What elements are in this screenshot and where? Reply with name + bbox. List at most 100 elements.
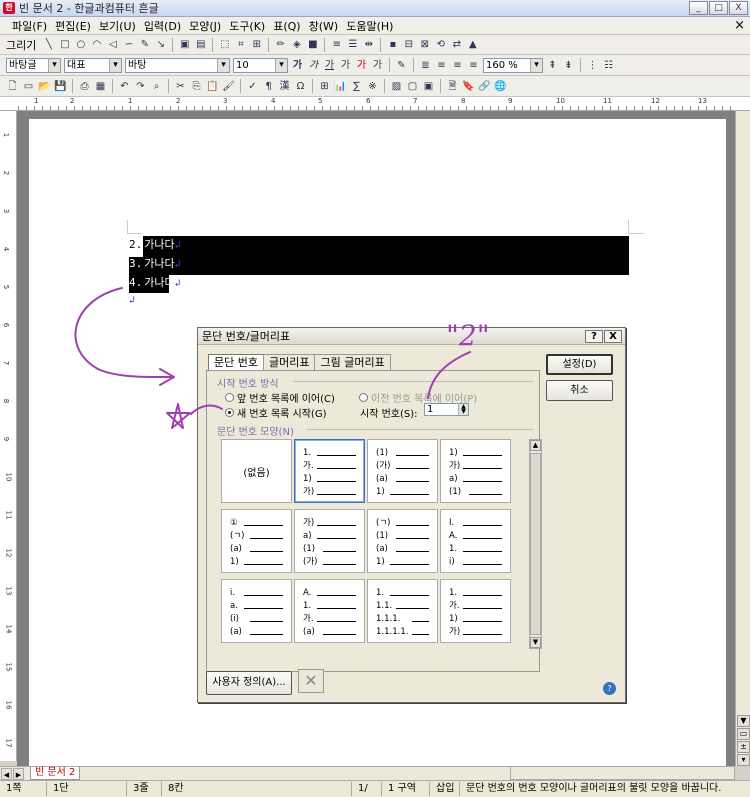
number-shape-option[interactable]: i. a. (i) (a) <box>221 579 292 643</box>
scroll-down-icon[interactable]: ▼ <box>737 715 750 727</box>
line-color-icon[interactable]: ✏ <box>274 38 287 51</box>
line-spacing-down-icon[interactable]: ⇟ <box>562 59 575 72</box>
marker-icon[interactable]: ✎ <box>395 59 408 72</box>
image-icon[interactable]: ▤ <box>194 38 207 51</box>
paragraph-icon[interactable]: ¶ <box>262 80 275 93</box>
tab-bullets[interactable]: 글머리표 <box>262 354 316 370</box>
undo-icon[interactable]: ↶ <box>118 80 131 93</box>
hanja-icon[interactable]: 漢 <box>278 80 291 93</box>
page-view-icon[interactable]: ▭ <box>737 728 750 740</box>
align-center-icon[interactable]: ≡ <box>451 59 464 72</box>
radio-new-list[interactable]: 새 번호 목록 시작(G) <box>225 405 327 420</box>
align-right-icon[interactable]: ≡ <box>467 59 480 72</box>
dialog-help-button[interactable]: ? <box>585 330 603 343</box>
number-shape-option[interactable]: 1. 가. 1) 가) <box>294 439 365 503</box>
style-combo[interactable]: 바탕글 <box>6 57 61 73</box>
fill-color-icon[interactable]: ◈ <box>290 38 303 51</box>
line-spacing-up-icon[interactable]: ⇞ <box>546 59 559 72</box>
horizontal-ruler[interactable]: 1 2 1 2 3 4 5 6 7 8 9 10 11 12 13 <box>0 97 750 111</box>
close-button[interactable]: X <box>729 1 748 15</box>
number-shape-option[interactable]: 1. 1.1. 1.1.1. 1.1.1.1. <box>367 579 438 643</box>
menu-view[interactable]: 보기(U) <box>95 18 140 34</box>
dialog-close-button[interactable]: X <box>604 330 622 343</box>
rotate-icon[interactable]: ⟲ <box>434 38 447 51</box>
open-folder-icon[interactable]: 📂 <box>38 80 51 93</box>
curve-icon[interactable]: ∽ <box>122 38 135 51</box>
document-close-icon[interactable]: × <box>734 17 745 35</box>
bookmark-icon[interactable]: 🔖 <box>462 80 475 93</box>
list-item[interactable]: 3. 가나다↲ <box>129 255 181 273</box>
scroll-down-icon[interactable]: ▼ <box>530 637 541 648</box>
hyperlink-icon[interactable]: 🔗 <box>478 80 491 93</box>
zoom-combo[interactable]: 160 % <box>483 57 543 73</box>
cancel-button[interactable]: 취소 <box>546 380 613 401</box>
underline-icon[interactable]: 가 <box>323 59 336 72</box>
cut-icon[interactable]: ✂ <box>174 80 187 93</box>
document-tab[interactable]: 빈 문서 2 <box>30 767 81 780</box>
pen-icon[interactable]: ✎ <box>138 38 151 51</box>
memo-icon[interactable]: 🗎 <box>446 80 459 93</box>
new-document-icon[interactable]: 🗋 <box>6 80 19 93</box>
bullets-icon[interactable]: ☷ <box>602 59 615 72</box>
radio-continue-previous[interactable]: 앞 번호 목록에 이어(C) <box>225 390 335 405</box>
align-objects-icon[interactable]: ⊟ <box>402 38 415 51</box>
web-icon[interactable]: 🌐 <box>494 80 507 93</box>
numbering-icon[interactable]: ⋮ <box>586 59 599 72</box>
number-shape-option[interactable]: 가) a) (1) (가) <box>294 509 365 573</box>
tab-next-icon[interactable]: ▶ <box>13 767 24 780</box>
line-icon[interactable]: ╲ <box>42 38 55 51</box>
minimize-button[interactable]: _ <box>689 1 708 15</box>
symbol-icon[interactable]: ※ <box>366 80 379 93</box>
ellipse-icon[interactable]: ○ <box>74 38 87 51</box>
menu-file[interactable]: 파일(F) <box>8 18 51 34</box>
next-page-icon[interactable]: ▾ <box>737 754 750 766</box>
spellcheck-icon[interactable]: ✓ <box>246 80 259 93</box>
tab-picture-bullets[interactable]: 그림 글머리표 <box>314 354 391 370</box>
paste-icon[interactable]: 📋 <box>206 80 219 93</box>
scroll-thumb[interactable] <box>530 453 541 635</box>
char-map-icon[interactable]: Ω <box>294 80 307 93</box>
equation-icon[interactable]: ∑ <box>350 80 363 93</box>
menu-format[interactable]: 모양(J) <box>185 18 225 34</box>
distribute-icon[interactable]: ⊠ <box>418 38 431 51</box>
highlight-icon[interactable]: 가 <box>371 59 384 72</box>
connector-icon[interactable]: ↘ <box>154 38 167 51</box>
number-shape-option[interactable]: I. A. 1. i) <box>440 509 511 573</box>
number-shape-option[interactable]: 1) 가) a) (1) <box>440 439 511 503</box>
number-shape-option[interactable]: ① (ㄱ) (a) 1) <box>221 509 292 573</box>
status-mode[interactable]: 삽입 <box>430 782 460 796</box>
font-size-combo[interactable]: 10 <box>233 57 288 73</box>
arc-icon[interactable]: ◠ <box>90 38 103 51</box>
select-icon[interactable]: ⬚ <box>218 38 231 51</box>
spin-arrows-icon[interactable]: ▲ ▼ <box>458 404 468 415</box>
line-dash-icon[interactable]: ☰ <box>346 38 359 51</box>
rectangle-icon[interactable]: □ <box>58 38 71 51</box>
scroll-up-icon[interactable]: ▲ <box>530 440 541 451</box>
textbox-icon[interactable]: ▣ <box>178 38 191 51</box>
start-number-input[interactable]: 1 ▲ ▼ <box>424 403 469 416</box>
custom-define-button[interactable]: 사용자 정의(A)... <box>206 671 292 695</box>
strikethrough-icon[interactable]: 가 <box>339 59 352 72</box>
copy-icon[interactable]: ⎘ <box>190 80 203 93</box>
open-icon[interactable]: ▭ <box>22 80 35 93</box>
number-shape-option[interactable]: (ㄱ) (1) (a) 1) <box>367 509 438 573</box>
tab-numbering[interactable]: 문단 번호 <box>208 354 264 370</box>
textbox-insert-icon[interactable]: ▢ <box>406 80 419 93</box>
list-item[interactable]: 2. 가나다↲ <box>129 236 181 254</box>
number-shape-option[interactable]: (없음) <box>221 439 292 503</box>
menu-table[interactable]: 표(Q) <box>269 18 304 34</box>
align-left-icon[interactable]: ≡ <box>435 59 448 72</box>
menu-tools[interactable]: 도구(K) <box>225 18 269 34</box>
find-icon[interactable]: ⌕ <box>150 80 163 93</box>
list-item[interactable]: 4. 가나다↲ <box>129 274 181 292</box>
table-icon[interactable]: ⊞ <box>318 80 331 93</box>
print-icon[interactable]: ⎙ <box>78 80 91 93</box>
format-painter-icon[interactable]: 🖌 <box>222 80 235 93</box>
menu-edit[interactable]: 편집(E) <box>51 18 95 34</box>
italic-icon[interactable]: 가 <box>307 59 320 72</box>
prev-page-icon[interactable]: ± <box>737 741 750 753</box>
save-icon[interactable]: 💾 <box>54 80 67 93</box>
frame-icon[interactable]: ▣ <box>422 80 435 93</box>
vertical-scrollbar[interactable]: ▼ ▭ ± ▾ <box>735 111 750 766</box>
group-icon[interactable]: ⌗ <box>234 38 247 51</box>
